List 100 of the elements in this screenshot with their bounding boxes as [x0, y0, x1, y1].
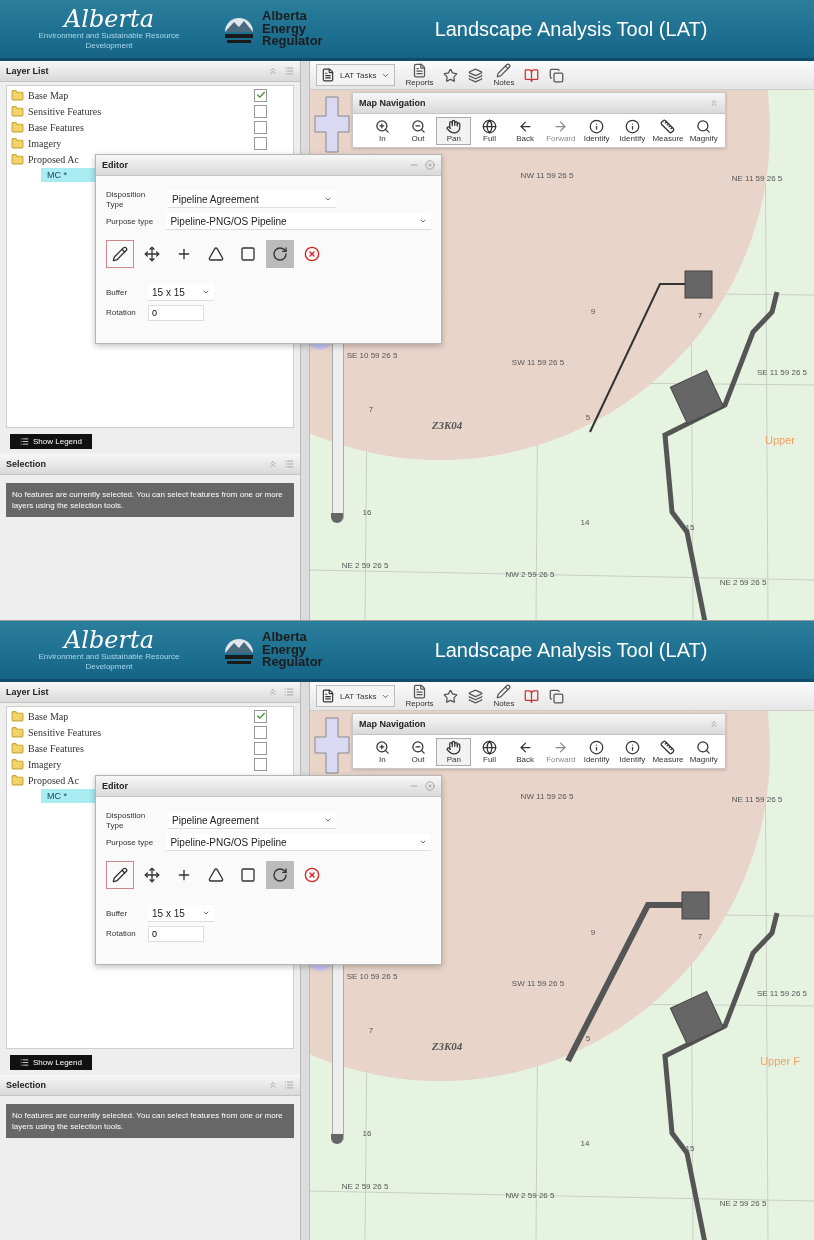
- star-icon: [443, 688, 459, 704]
- layer-item[interactable]: Sensitive Features: [28, 105, 102, 117]
- map-tool-button[interactable]: Identify: [579, 117, 614, 145]
- map-tool-button[interactable]: Full: [472, 738, 507, 766]
- document-icon: [411, 684, 427, 699]
- buffer-dropdown[interactable]: 15 x 15: [148, 905, 214, 923]
- delete-icon: [304, 867, 320, 884]
- info-icon: [624, 119, 640, 134]
- purpose-type-dropdown[interactable]: Pipeline-PNG/OS Pipeline: [166, 834, 431, 852]
- map-label: Upper F: [760, 1055, 800, 1067]
- toolbar-button[interactable]: [443, 67, 459, 83]
- rotation-input[interactable]: 0: [148, 305, 204, 322]
- copy-icon: [549, 688, 565, 704]
- map-label: SE 11 59 26 5: [756, 988, 808, 998]
- layer-checkbox[interactable]: [254, 120, 267, 134]
- globe-icon: [481, 119, 497, 134]
- show-legend-button[interactable]: Show Legend: [10, 433, 92, 449]
- map-tool-button[interactable]: Back: [507, 738, 543, 766]
- map-tool-button[interactable]: Magnify: [686, 738, 722, 766]
- layer-item[interactable]: Imagery: [28, 758, 62, 770]
- layer-checkbox[interactable]: [254, 757, 267, 771]
- move-icon: [144, 246, 160, 263]
- layer-checkbox[interactable]: [254, 725, 267, 739]
- zoom-slider-thumb[interactable]: [331, 1134, 343, 1144]
- toolbar-button[interactable]: [549, 67, 565, 83]
- map-tool-button[interactable]: Measure: [650, 738, 686, 766]
- layer-item[interactable]: Base Map: [28, 710, 69, 722]
- layer-checkbox[interactable]: [254, 88, 267, 102]
- map-label: 16: [362, 507, 372, 517]
- map-tool-button[interactable]: Back: [507, 117, 543, 145]
- layer-checkbox[interactable]: [254, 136, 267, 150]
- map-tool-button[interactable]: Out: [400, 117, 436, 145]
- edit-tool-button[interactable]: [266, 240, 294, 269]
- edit-tool-button[interactable]: [106, 861, 134, 890]
- purpose-type-dropdown[interactable]: Pipeline-PNG/OS Pipeline: [166, 213, 431, 231]
- list-icon: [20, 436, 29, 446]
- map-canvas[interactable]: [310, 711, 814, 1240]
- toolbar-button[interactable]: [524, 67, 540, 83]
- panel-title: Map Navigation: [359, 98, 426, 108]
- map-tool-button[interactable]: Pan: [436, 738, 472, 766]
- panel-title: Selection: [6, 459, 46, 469]
- layer-item[interactable]: Sensitive Features: [28, 726, 102, 738]
- buffer-dropdown[interactable]: 15 x 15: [148, 284, 214, 302]
- tasks-dropdown[interactable]: LAT Tasks: [316, 64, 396, 86]
- field-label: Purpose type: [106, 837, 155, 848]
- map-tool-button[interactable]: Identify: [614, 117, 650, 145]
- toolbar-button[interactable]: [443, 688, 459, 704]
- search-icon: [696, 740, 712, 755]
- map-tool-button[interactable]: In: [365, 117, 400, 145]
- map-tool-button[interactable]: Magnify: [686, 117, 722, 145]
- toolbar-button[interactable]: [468, 688, 484, 704]
- toolbar-button[interactable]: Notes: [493, 63, 515, 87]
- toolbar-button[interactable]: Reports: [405, 63, 434, 87]
- map-tool-button[interactable]: Identify: [579, 738, 614, 766]
- map-tool-button[interactable]: Measure: [650, 117, 686, 145]
- toolbar-button[interactable]: [468, 67, 484, 83]
- toolbar-button[interactable]: [524, 688, 540, 704]
- map-tool-button[interactable]: Full: [472, 117, 507, 145]
- book-icon: [524, 67, 540, 83]
- map-tool-button[interactable]: Identify: [614, 738, 650, 766]
- rotation-input[interactable]: 0: [148, 926, 204, 943]
- map-label: 14: [580, 1138, 590, 1148]
- zoom-slider-thumb[interactable]: [331, 513, 343, 523]
- app-title: Landscape Analysis Tool (LAT): [433, 17, 709, 41]
- folder-icon: [11, 88, 24, 102]
- layer-item[interactable]: Base Features: [28, 742, 84, 754]
- layer-item[interactable]: Proposed Ac: [28, 153, 79, 165]
- delete-icon: [304, 246, 320, 263]
- toolbar-button[interactable]: Reports: [405, 684, 434, 708]
- document-icon: [321, 68, 335, 82]
- map-canvas[interactable]: [310, 90, 814, 620]
- edit-tool-button[interactable]: [106, 240, 134, 269]
- book-icon: [524, 688, 540, 704]
- square-icon: [240, 246, 256, 263]
- toolbar-button[interactable]: [549, 688, 565, 704]
- show-legend-button[interactable]: Show Legend: [10, 1054, 92, 1070]
- square-icon: [240, 867, 256, 884]
- layer-item[interactable]: Proposed Ac: [28, 774, 79, 786]
- layer-item[interactable]: Base Map: [28, 89, 69, 101]
- pencil-icon: [112, 867, 128, 884]
- map-tool-button[interactable]: Out: [400, 738, 436, 766]
- layer-item[interactable]: Imagery: [28, 137, 62, 149]
- map-label: SW 11 59 26 5: [511, 357, 565, 367]
- search-icon: [696, 119, 712, 134]
- toolbar-button[interactable]: Notes: [493, 684, 515, 708]
- disposition-type-dropdown[interactable]: Pipeline Agreement: [168, 812, 336, 830]
- tasks-dropdown[interactable]: LAT Tasks: [316, 685, 396, 707]
- map-label: NE 2 59 26 5: [341, 560, 389, 570]
- layer-checkbox[interactable]: [254, 741, 267, 755]
- selection-message: No features are currently selected. You can select features from one or more layers using the selection tools.: [6, 1104, 294, 1139]
- edit-tool-button[interactable]: [266, 861, 294, 890]
- map-label: 9: [590, 927, 596, 937]
- map-label: 7: [697, 931, 703, 941]
- layer-item[interactable]: Base Features: [28, 121, 84, 133]
- map-tool-button[interactable]: Pan: [436, 117, 472, 145]
- map-tool-button[interactable]: In: [365, 738, 400, 766]
- disposition-type-dropdown[interactable]: Pipeline Agreement: [168, 191, 336, 209]
- layer-checkbox[interactable]: [254, 104, 267, 118]
- layer-checkbox[interactable]: [254, 709, 267, 723]
- field-label: Rotation: [106, 929, 137, 939]
